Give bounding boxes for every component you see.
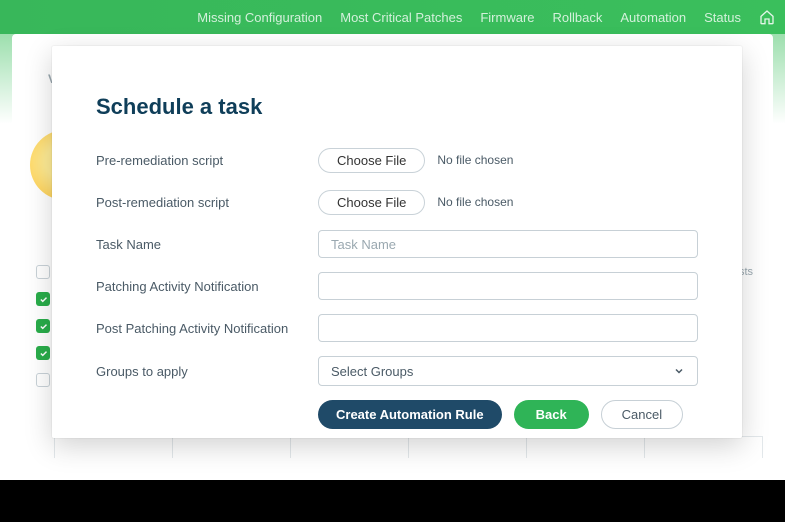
nav-rollback[interactable]: Rollback (553, 10, 603, 25)
nav-firmware[interactable]: Firmware (480, 10, 534, 25)
cancel-button[interactable]: Cancel (601, 400, 683, 429)
pre-script-label: Pre-remediation script (96, 153, 318, 168)
pre-script-choose-file-button[interactable]: Choose File (318, 148, 425, 173)
top-nav: Missing Configuration Most Critical Patc… (0, 0, 785, 34)
nav-missing-config[interactable]: Missing Configuration (197, 10, 322, 25)
pre-script-file-status: No file chosen (437, 153, 513, 167)
post-patching-notification-label: Post Patching Activity Notification (96, 321, 318, 336)
nav-critical-patches[interactable]: Most Critical Patches (340, 10, 462, 25)
chevron-down-icon (673, 365, 685, 377)
background-table-footer (54, 436, 763, 458)
post-script-file-status: No file chosen (437, 195, 513, 209)
table-cell (173, 436, 291, 458)
patching-notification-input[interactable] (318, 272, 698, 300)
bg-checkbox[interactable] (36, 265, 50, 279)
task-name-input[interactable] (318, 230, 698, 258)
app-window: Missing Configuration Most Critical Patc… (0, 0, 785, 480)
groups-select-value: Select Groups (331, 364, 413, 379)
groups-label: Groups to apply (96, 364, 318, 379)
create-automation-rule-button[interactable]: Create Automation Rule (318, 400, 502, 429)
post-script-choose-file-button[interactable]: Choose File (318, 190, 425, 215)
nav-status[interactable]: Status (704, 10, 741, 25)
patching-notification-label: Patching Activity Notification (96, 279, 318, 294)
post-patching-notification-input[interactable] (318, 314, 698, 342)
modal-title: Schedule a task (96, 94, 698, 120)
home-icon[interactable] (759, 9, 775, 25)
groups-select[interactable]: Select Groups (318, 356, 698, 386)
background-checkbox-column (36, 265, 50, 400)
bg-checkbox-checked[interactable] (36, 292, 50, 306)
back-button[interactable]: Back (514, 400, 589, 429)
table-cell (645, 436, 763, 458)
table-cell (291, 436, 409, 458)
table-cell (527, 436, 645, 458)
bg-checkbox-checked[interactable] (36, 319, 50, 333)
task-name-label: Task Name (96, 237, 318, 252)
bg-checkbox[interactable] (36, 373, 50, 387)
nav-automation[interactable]: Automation (620, 10, 686, 25)
table-cell (54, 436, 173, 458)
bg-checkbox-checked[interactable] (36, 346, 50, 360)
post-script-label: Post-remediation script (96, 195, 318, 210)
schedule-task-modal: Schedule a task Pre-remediation script C… (52, 46, 742, 438)
table-cell (409, 436, 527, 458)
